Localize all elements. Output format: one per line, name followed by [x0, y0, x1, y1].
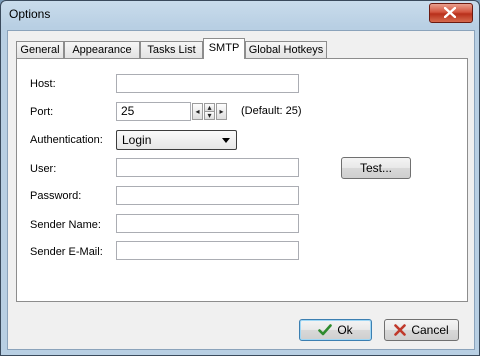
port-label: Port: [30, 106, 54, 118]
port-default-hint: (Default: 25) [241, 105, 302, 117]
tab-label: Tasks List [147, 44, 196, 56]
auth-selected-value: Login [122, 133, 152, 147]
sender-name-input[interactable] [116, 214, 299, 233]
ok-button-label: Ok [337, 323, 353, 337]
smtp-panel: Host: Port: 25 ◂ ▴ ▾ ▸ (Default: 25) Aut… [16, 58, 468, 302]
tab-general[interactable]: General [16, 41, 64, 58]
tab-label: Appearance [72, 44, 132, 56]
host-input[interactable] [116, 74, 299, 93]
auth-select[interactable]: Login [116, 130, 237, 150]
password-input[interactable] [116, 186, 299, 205]
window-title: Options [9, 7, 51, 21]
x-icon [394, 324, 407, 336]
close-icon [444, 7, 456, 18]
options-window: Options General Appearance Tasks List SM… [0, 0, 480, 356]
tab-label: SMTP [208, 42, 240, 54]
user-label: User: [30, 163, 57, 175]
port-input[interactable]: 25 [116, 102, 191, 121]
tab-global-hotkeys[interactable]: Global Hotkeys [245, 41, 327, 58]
cancel-button-label: Cancel [411, 323, 449, 337]
ok-button[interactable]: Ok [299, 319, 372, 341]
tab-appearance[interactable]: Appearance [64, 41, 140, 58]
spin-right-icon[interactable]: ▸ [216, 103, 227, 120]
spin-down-icon[interactable]: ▾ [204, 111, 215, 120]
sender-name-label: Sender Name: [30, 219, 101, 231]
password-label: Password: [30, 190, 82, 202]
dialog-client: General Appearance Tasks List SMTP Globa… [7, 30, 475, 350]
auth-label: Authentication: [30, 134, 103, 146]
sender-email-input[interactable] [116, 241, 299, 260]
check-icon [318, 324, 333, 336]
tab-label: Global Hotkeys [248, 44, 324, 56]
sender-email-label: Sender E-Mail: [30, 246, 103, 258]
dropdown-arrow-icon [222, 138, 230, 143]
tab-tasks-list[interactable]: Tasks List [140, 41, 203, 58]
test-button-label: Test... [359, 161, 392, 175]
test-button[interactable]: Test... [341, 157, 411, 179]
spin-left-icon[interactable]: ◂ [192, 103, 203, 120]
user-input[interactable] [116, 158, 299, 177]
title-bar[interactable]: Options [1, 1, 479, 29]
cancel-button[interactable]: Cancel [384, 319, 459, 341]
tab-label: General [20, 44, 60, 56]
tab-smtp[interactable]: SMTP [203, 38, 245, 59]
close-button[interactable] [429, 3, 473, 23]
host-label: Host: [30, 78, 56, 90]
